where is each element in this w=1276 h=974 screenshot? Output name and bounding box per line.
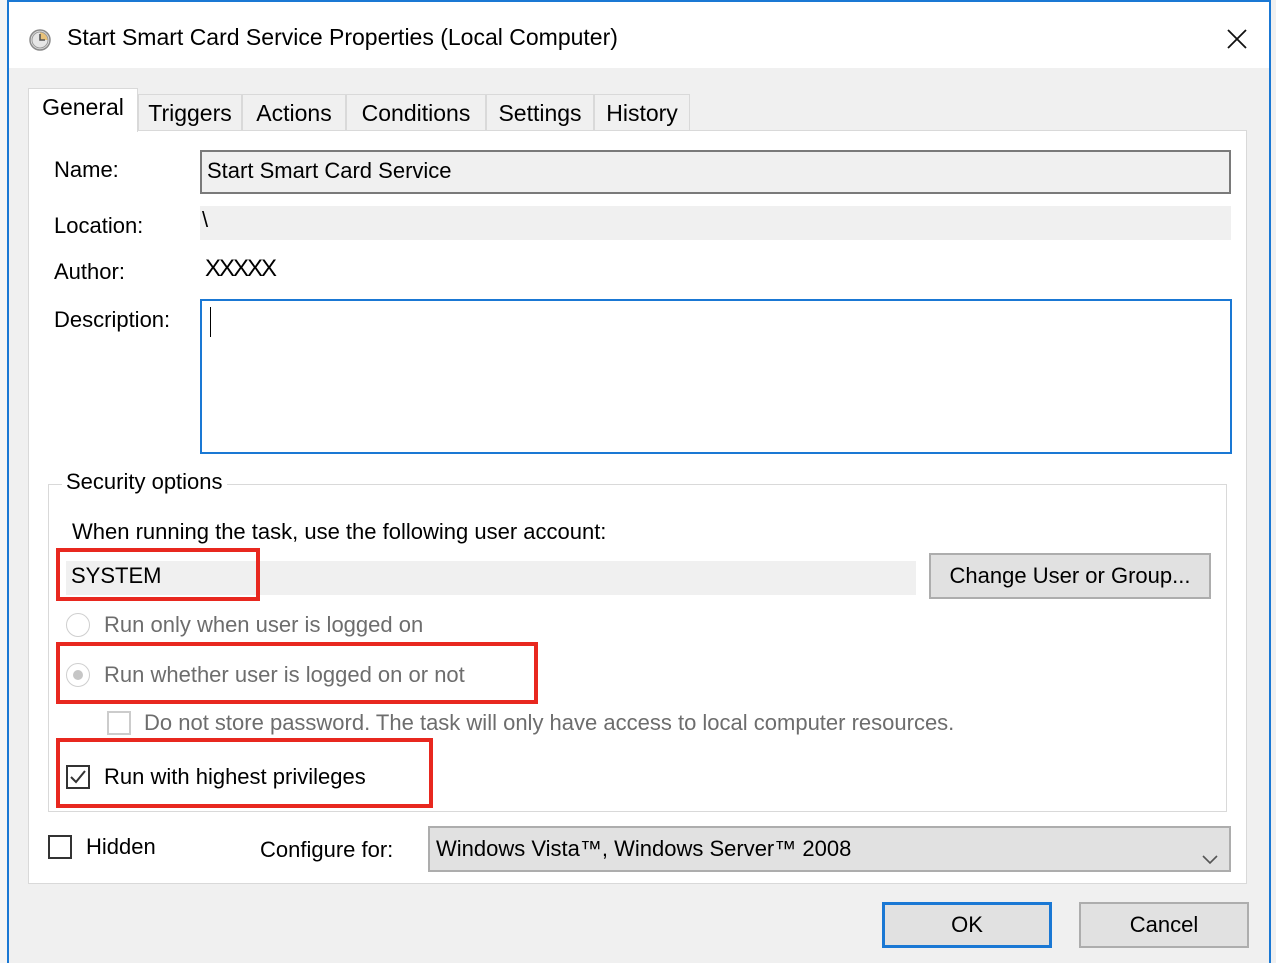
title-bar[interactable]: Start Smart Card Service Properties (Loc… [9,2,1269,68]
cancel-button[interactable]: Cancel [1079,902,1249,948]
author-label: Author: [54,259,125,284]
general-tab-panel: Name: Start Smart Card Service Location:… [28,130,1247,884]
tab-actions[interactable]: Actions [242,94,346,130]
description-input[interactable] [200,299,1232,454]
highest-privileges-checkbox[interactable] [66,765,90,789]
clock-icon [29,29,51,51]
run-whether-logged-on-label: Run whether user is logged on or not [104,662,465,687]
run-only-logged-on-radio[interactable] [66,613,90,637]
name-field[interactable]: Start Smart Card Service [200,150,1231,194]
properties-dialog: Start Smart Card Service Properties (Loc… [7,0,1271,965]
tab-settings[interactable]: Settings [486,94,594,130]
window-title: Start Smart Card Service Properties (Loc… [67,24,618,50]
background-window [0,963,1276,974]
user-account-field: SYSTEM [66,561,916,595]
tab-general[interactable]: General [28,88,138,132]
security-options-title: Security options [62,469,227,495]
checkmark-icon [70,770,86,784]
text-cursor [210,307,211,337]
location-label: Location: [54,213,144,238]
author-value: XXXXX [205,255,277,282]
chevron-down-icon [1201,840,1219,865]
tab-triggers[interactable]: Triggers [138,94,242,130]
name-label: Name: [54,157,119,182]
close-icon[interactable] [1214,16,1260,62]
change-user-button[interactable]: Change User or Group... [929,553,1211,599]
highest-privileges-label: Run with highest privileges [104,764,366,789]
ok-button[interactable]: OK [882,902,1052,948]
account-prompt: When running the task, use the following… [72,519,607,544]
location-field: \ [200,206,1231,240]
hidden-checkbox[interactable] [48,835,72,859]
configure-for-dropdown[interactable]: Windows Vista™, Windows Server™ 2008 [428,826,1231,872]
hidden-label: Hidden [86,834,156,859]
description-label: Description: [54,307,171,332]
run-only-logged-on-label: Run only when user is logged on [104,612,424,637]
configure-for-label: Configure for: [260,837,394,862]
configure-for-value: Windows Vista™, Windows Server™ 2008 [436,836,852,861]
tab-conditions[interactable]: Conditions [346,94,486,130]
run-whether-logged-on-radio[interactable] [66,663,90,687]
tab-history[interactable]: History [594,94,690,130]
do-not-store-password-label: Do not store password. The task will onl… [144,710,955,735]
do-not-store-password-checkbox[interactable] [107,711,131,735]
